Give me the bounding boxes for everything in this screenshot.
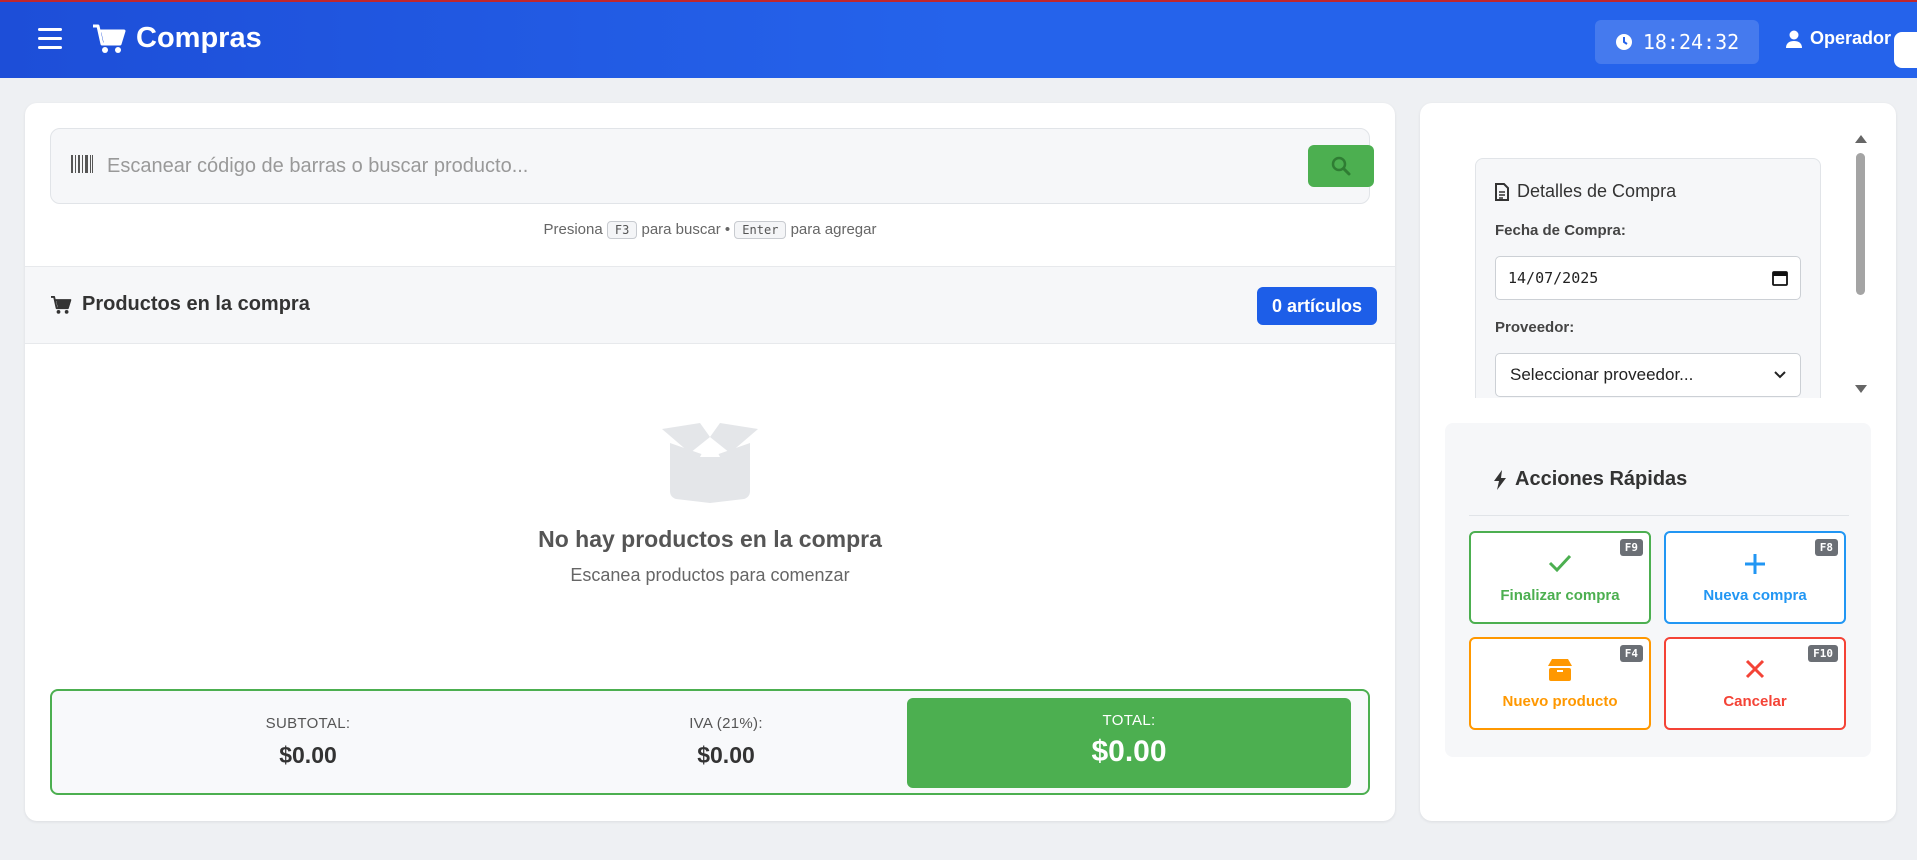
calendar-icon[interactable] — [1772, 270, 1788, 286]
bolt-icon — [1494, 469, 1506, 490]
box-icon — [1548, 659, 1572, 681]
search-hint: Presiona F3 para buscar • Enter para agr… — [25, 221, 1395, 239]
user-icon — [1786, 30, 1802, 48]
box-open-icon — [662, 423, 758, 503]
top-bar: Compras 18:24:32 Operador — [0, 0, 1917, 78]
quick-actions-title: Acciones Rápidas — [1493, 468, 1687, 491]
total: TOTAL: $0.00 — [907, 698, 1351, 788]
date-value: 14/07/2025 — [1508, 269, 1599, 287]
hamburger-menu-icon[interactable] — [38, 28, 62, 50]
totals-bar: SUBTOTAL: $0.00 IVA (21%): $0.00 TOTAL: … — [50, 689, 1370, 795]
quick-actions-title-text: Acciones Rápidas — [1515, 468, 1688, 490]
hint-prefix: Presiona — [543, 221, 603, 238]
new-product-button[interactable]: F4 Nuevo producto — [1469, 637, 1651, 730]
supplier-select[interactable]: Seleccionar proveedor... — [1495, 353, 1801, 397]
search-input[interactable] — [107, 147, 1267, 185]
clock: 18:24:32 — [1595, 20, 1759, 64]
products-title-text: Productos en la compra — [82, 293, 310, 315]
brand: Compras — [92, 22, 262, 55]
details-scroll-area[interactable]: Detalles de Compra Fecha de Compra: 14/0… — [1475, 158, 1821, 398]
details-title-text: Detalles de Compra — [1517, 181, 1677, 201]
date-label: Fecha de Compra: — [1495, 222, 1626, 239]
page-title: Compras — [136, 22, 262, 54]
iva-label: IVA (21%): — [689, 715, 763, 732]
user-name: Operador — [1810, 28, 1892, 48]
hint-mid: para buscar • — [641, 221, 731, 238]
empty-state — [25, 423, 1395, 508]
iva-value: $0.00 — [697, 742, 755, 768]
plus-icon — [1745, 554, 1765, 574]
finish-purchase-button[interactable]: F9 Finalizar compra — [1469, 531, 1651, 624]
user-menu[interactable]: Operador — [1786, 28, 1891, 49]
scroll-down-arrow-icon[interactable] — [1855, 385, 1867, 393]
clock-icon — [1615, 34, 1632, 50]
supplier-label: Proveedor: — [1495, 319, 1575, 336]
shopping-cart-icon — [51, 295, 72, 314]
scrollbar-thumb[interactable] — [1856, 153, 1865, 295]
search-button[interactable] — [1308, 145, 1374, 187]
chevron-down-icon — [1774, 371, 1786, 379]
item-count-badge: 0 artículos — [1257, 287, 1378, 325]
quick-actions: Acciones Rápidas F9 Finalizar compra F8 … — [1445, 423, 1871, 757]
total-value: $0.00 — [1091, 735, 1167, 768]
barcode-icon — [71, 155, 93, 173]
empty-title: No hay productos en la compra — [538, 526, 882, 552]
kbd-enter: Enter — [734, 221, 787, 239]
purchase-date-field[interactable]: 14/07/2025 — [1495, 256, 1801, 300]
iva: IVA (21%): $0.00 — [576, 715, 876, 769]
purchase-panel: Presiona F3 para buscar • Enter para agr… — [25, 103, 1395, 821]
search-bar — [50, 128, 1374, 204]
shopping-cart-icon — [93, 24, 126, 53]
user-panel-tab[interactable] — [1894, 32, 1917, 68]
clock-time: 18:24:32 — [1642, 30, 1740, 54]
scroll-up-arrow-icon[interactable] — [1855, 135, 1867, 143]
side-panel: Detalles de Compra Fecha de Compra: 14/0… — [1420, 103, 1896, 821]
subtotal-value: $0.00 — [279, 742, 337, 768]
document-icon — [1495, 182, 1509, 201]
purchase-details: Detalles de Compra Fecha de Compra: 14/0… — [1475, 158, 1821, 398]
subtotal: SUBTOTAL: $0.00 — [158, 715, 458, 769]
total-label: TOTAL: — [1102, 712, 1156, 729]
products-header: Productos en la compra 0 artículos — [25, 266, 1395, 344]
new-purchase-button[interactable]: F8 Nueva compra — [1664, 531, 1846, 624]
search-icon — [1331, 156, 1351, 176]
cancel-button[interactable]: F10 Cancelar — [1664, 637, 1846, 730]
divider — [1469, 515, 1849, 516]
details-title: Detalles de Compra — [1495, 181, 1676, 202]
finish-purchase-label: Finalizar compra — [1500, 587, 1620, 604]
supplier-value: Seleccionar proveedor... — [1510, 365, 1694, 384]
check-icon — [1548, 554, 1572, 573]
kbd-f3: F3 — [606, 221, 638, 239]
subtotal-label: SUBTOTAL: — [265, 715, 351, 732]
x-icon — [1745, 659, 1765, 679]
products-title: Productos en la compra — [50, 293, 310, 316]
details-scrollbar[interactable] — [1852, 133, 1868, 395]
cancel-label: Cancelar — [1723, 693, 1787, 710]
empty-subtitle: Escanea productos para comenzar — [570, 565, 850, 585]
new-product-label: Nuevo producto — [1502, 693, 1618, 710]
new-purchase-label: Nueva compra — [1703, 587, 1807, 604]
hint-suffix: para agregar — [790, 221, 877, 238]
